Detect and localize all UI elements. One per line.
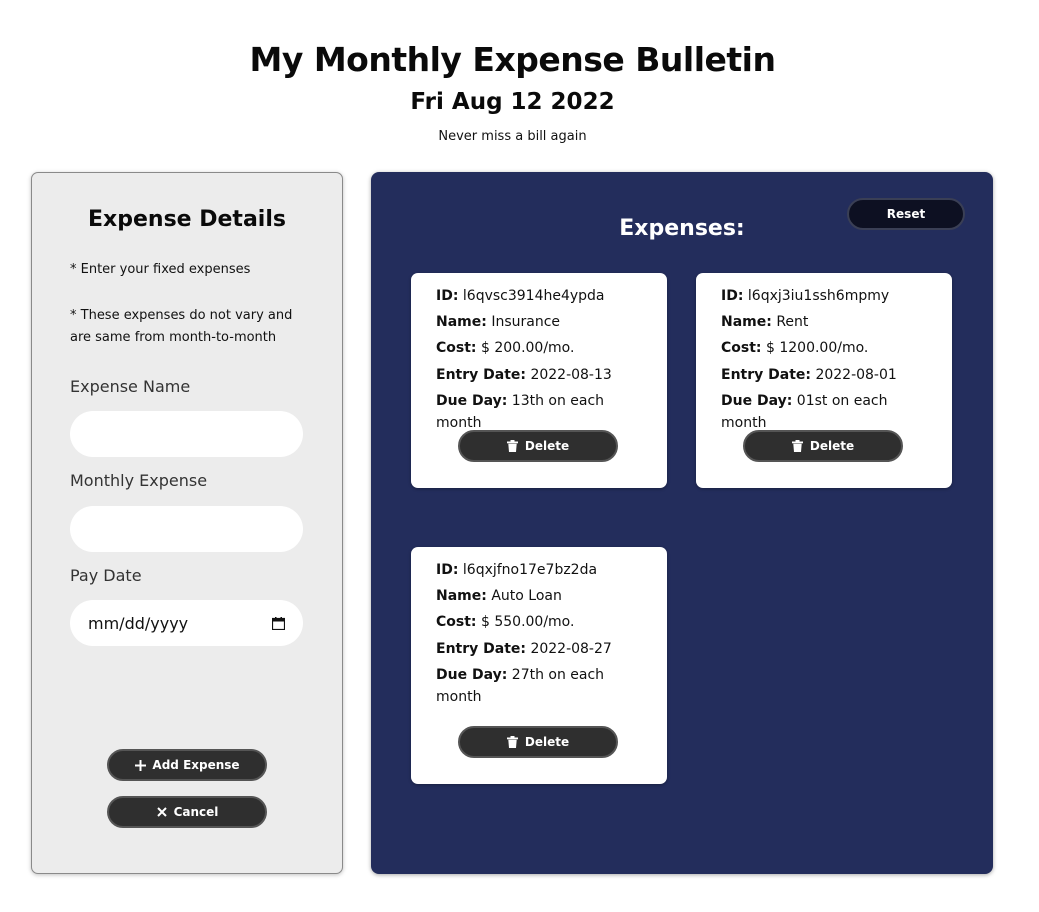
expense-card: ID: l6qxjfno17e7bz2da Name: Auto Loan Co… [411,547,667,784]
plus-icon [134,759,146,771]
add-expense-label: Add Expense [152,758,240,772]
expense-id: ID: l6qxjfno17e7bz2da [436,562,598,578]
delete-label: Delete [524,439,570,453]
expense-card: ID: l6qvsc3914he4ypda Name: Insurance Co… [411,273,667,488]
pay-date-label: Pay Date [70,566,142,585]
expense-form-panel: Expense Details * Enter your fixed expen… [31,172,343,874]
expense-due-day: Due Day: 13th on each month [436,393,605,431]
expense-name-label: Expense Name [70,377,191,396]
expense-list-panel: Reset Expenses: ID: l6qvsc3914he4ypda Na… [371,172,993,874]
delete-button[interactable]: Delete [458,726,618,758]
expense-entry-date: Entry Date: 2022-08-27 [436,641,612,657]
expense-name: Name: Auto Loan [436,588,562,604]
expense-cost: Cost: $ 1200.00/mo. [721,340,869,356]
delete-label: Delete [809,439,855,453]
add-expense-button[interactable]: Add Expense [107,749,267,781]
expense-due-day: Due Day: 27th on each month [436,667,605,705]
pay-date-input[interactable]: mm/dd/yyyy [70,600,303,646]
form-note-fixed: * Enter your fixed expenses [70,262,251,277]
monthly-expense-label: Monthly Expense [70,471,208,490]
form-title: Expense Details [88,207,286,232]
expense-due-day: Due Day: 01st on each month [721,393,888,431]
calendar-icon[interactable] [272,616,285,630]
expense-card: ID: l6qxj3iu1ssh6mpmy Name: Rent Cost: $… [696,273,952,488]
expense-cost: Cost: $ 550.00/mo. [436,614,575,630]
expense-entry-date: Entry Date: 2022-08-13 [436,367,612,383]
expense-id: ID: l6qxj3iu1ssh6mpmy [721,288,890,304]
expense-id: ID: l6qvsc3914he4ypda [436,288,605,304]
expense-cost: Cost: $ 200.00/mo. [436,340,575,356]
cancel-button[interactable]: Cancel [107,796,267,828]
expenses-heading: Expenses: [619,216,745,241]
pay-date-placeholder: mm/dd/yyyy [88,613,189,633]
cancel-label: Cancel [173,805,219,819]
delete-button[interactable]: Delete [743,430,903,462]
expense-entry-date: Entry Date: 2022-08-01 [721,367,897,383]
page-title: My Monthly Expense Bulletin [249,40,777,79]
expense-name: Name: Insurance [436,314,560,330]
trash-icon [792,440,804,452]
close-icon [156,806,168,818]
monthly-expense-input[interactable] [70,506,303,552]
delete-label: Delete [524,735,570,749]
trash-icon [507,736,519,748]
delete-button[interactable]: Delete [458,430,618,462]
expense-name-input[interactable] [70,411,303,457]
current-date: Fri Aug 12 2022 [410,89,615,115]
trash-icon [507,440,519,452]
form-note-vary: * These expenses do not vary and are sam… [70,308,293,345]
tagline: Never miss a bill again [438,129,587,144]
expense-name: Name: Rent [721,314,809,330]
